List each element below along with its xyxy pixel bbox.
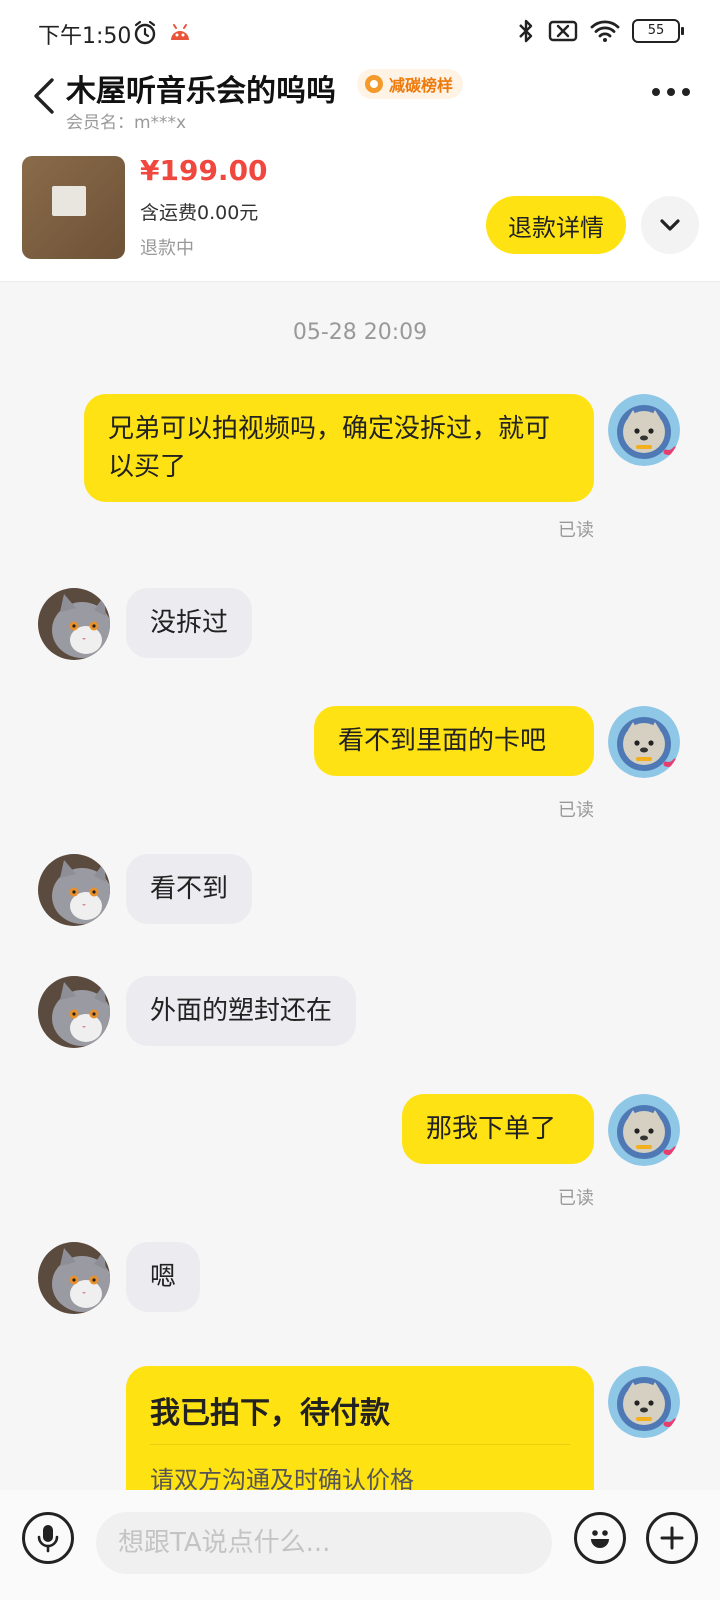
contact-message-bubble[interactable]: 看不到 — [126, 854, 253, 924]
contact-name: 木屋听音乐会的呜呜 — [66, 74, 336, 109]
order-status-card[interactable]: 我已拍下，待付款 请双方沟通及时确认价格 — [126, 1366, 594, 1490]
more-options-icon[interactable] — [652, 88, 692, 100]
product-strip: ¥199.00 含运费0.00元 退款中 退款详情 — [0, 136, 720, 282]
message-input[interactable] — [96, 1512, 552, 1574]
contact-avatar[interactable] — [38, 854, 110, 926]
refund-details-button[interactable]: 退款详情 — [486, 196, 626, 254]
badge-icon — [365, 75, 383, 93]
product-price: ¥199.00 — [140, 154, 268, 187]
read-receipt: 已读 — [558, 800, 594, 821]
contact-message-bubble[interactable]: 嗯 — [126, 1242, 201, 1312]
status-icons: 55 — [516, 18, 684, 44]
package-label — [52, 186, 86, 216]
seal-avatar-icon — [608, 1366, 680, 1438]
alarm-icon — [134, 20, 156, 45]
cat-avatar-icon — [38, 976, 110, 1048]
order-card-subtitle: 请双方沟通及时确认价格 — [150, 1466, 414, 1490]
my-avatar[interactable] — [608, 1094, 680, 1166]
battery-icon: 55 — [632, 19, 684, 43]
product-thumbnail[interactable] — [22, 156, 125, 259]
bluetooth-icon — [519, 19, 533, 43]
my-avatar[interactable] — [608, 394, 680, 466]
emoji-button[interactable] — [574, 1512, 626, 1564]
emoji-icon — [591, 1530, 609, 1548]
carbon-badge[interactable]: 减碳榜样 — [357, 69, 464, 99]
microphone-icon — [37, 1525, 59, 1553]
cat-avatar-icon — [38, 1242, 110, 1314]
contact-avatar[interactable] — [38, 588, 110, 660]
contact-message-bubble[interactable]: 外面的塑封还在 — [126, 976, 357, 1046]
no-sim-icon — [548, 20, 578, 42]
order-card-title: 我已拍下，待付款 — [150, 1396, 390, 1431]
contact-avatar[interactable] — [38, 1242, 110, 1314]
chevron-down-icon — [660, 219, 680, 231]
my-message-bubble[interactable]: 看不到里面的卡吧 — [314, 706, 594, 776]
seal-avatar-icon — [608, 706, 680, 778]
my-message-bubble[interactable]: 那我下单了 — [402, 1094, 594, 1164]
order-card-divider — [150, 1444, 570, 1445]
my-message-bubble[interactable]: 兄弟可以拍视频吗，确定没拆过，就可以买了 — [84, 394, 594, 502]
seal-avatar-icon — [608, 394, 680, 466]
chat-area[interactable]: 05-28 20:09 兄弟可以拍视频吗，确定没拆过，就可以买了 已读 没拆过 … — [0, 282, 720, 1490]
back-arrow-icon[interactable] — [28, 74, 62, 118]
input-bar — [0, 1490, 720, 1600]
read-receipt: 已读 — [558, 520, 594, 541]
app-notification-icon — [171, 24, 189, 40]
read-receipt: 已读 — [558, 1188, 594, 1209]
my-avatar[interactable] — [608, 1366, 680, 1438]
more-actions-button[interactable] — [646, 1512, 698, 1564]
status-time: 下午1:50 — [38, 24, 132, 49]
order-status: 退款中 — [140, 238, 194, 259]
chat-header: 木屋听音乐会的呜呜 减碳榜样 会员名：m***x — [0, 56, 720, 136]
seal-avatar-icon — [608, 1094, 680, 1166]
cat-avatar-icon — [38, 588, 110, 660]
member-name: 会员名：m***x — [66, 113, 187, 133]
contact-avatar[interactable] — [38, 976, 110, 1048]
badge-label: 减碳榜样 — [389, 76, 454, 95]
expand-button[interactable] — [641, 196, 699, 254]
plus-icon — [660, 1526, 684, 1550]
cat-avatar-icon — [38, 854, 110, 926]
shipping-fee: 含运费0.00元 — [140, 202, 259, 224]
my-avatar[interactable] — [608, 706, 680, 778]
message-timestamp: 05-28 20:09 — [292, 320, 428, 345]
voice-button[interactable] — [22, 1512, 74, 1564]
contact-message-bubble[interactable]: 没拆过 — [126, 588, 253, 658]
wifi-icon — [590, 20, 620, 42]
status-bar: 下午1:50 55 — [0, 0, 720, 56]
